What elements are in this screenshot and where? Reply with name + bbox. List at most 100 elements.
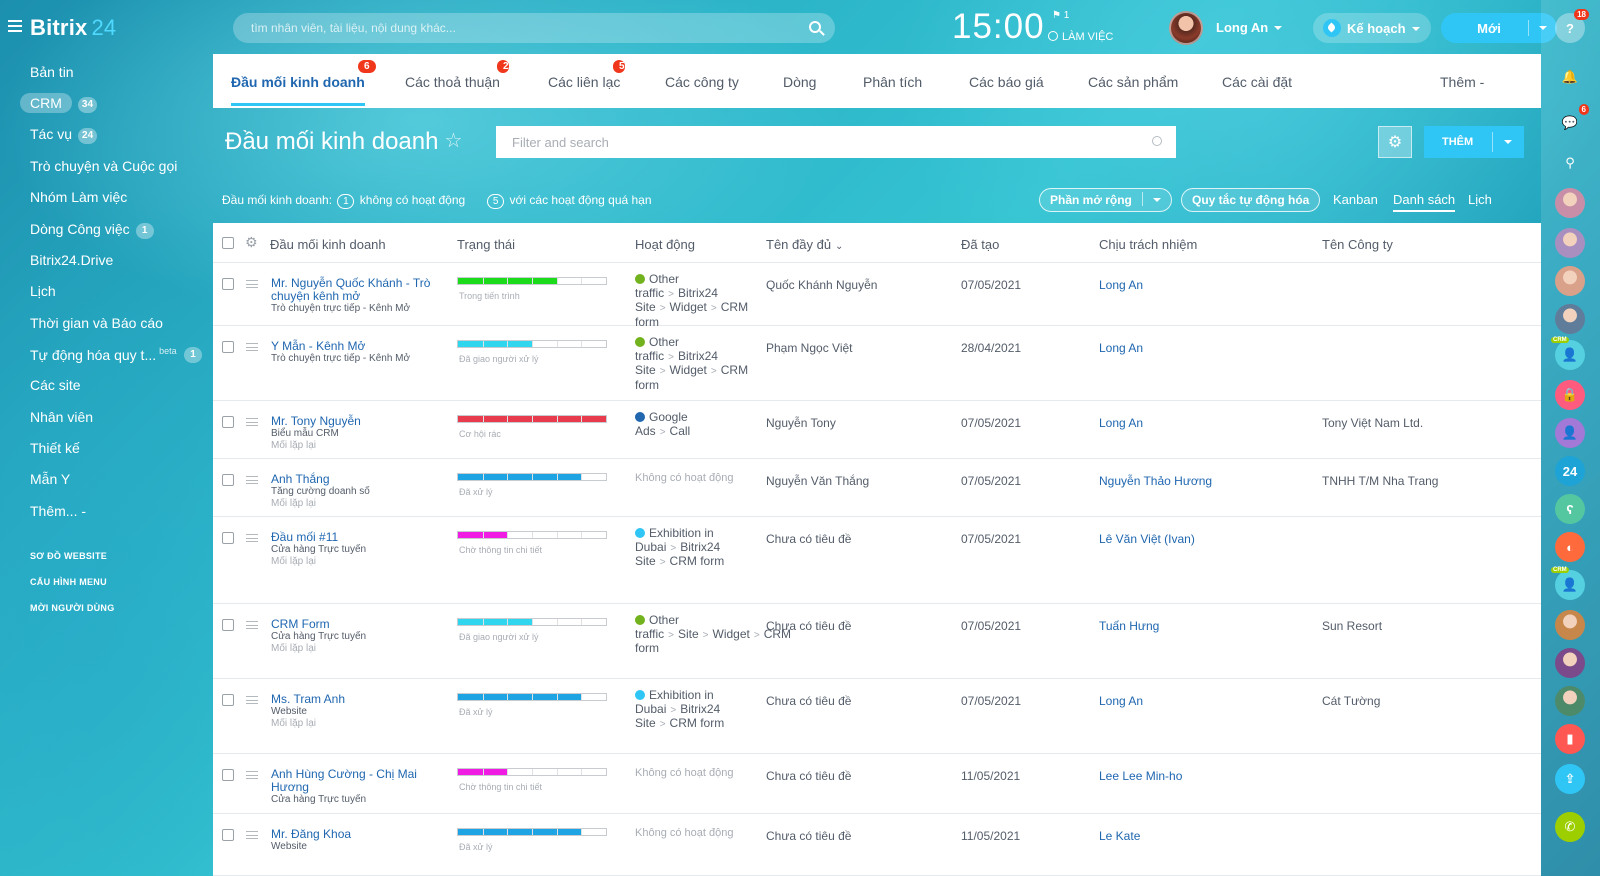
global-search-input[interactable] — [233, 13, 773, 43]
status-progress-bar[interactable] — [457, 415, 607, 423]
sidebar-footer-link[interactable]: CẤU HÌNH MENU — [30, 577, 107, 587]
work-status[interactable]: LÀM VIỆC — [1048, 31, 1113, 43]
column-status[interactable]: Trạng thái — [457, 237, 515, 252]
flag-counter[interactable]: ⚑ 1 — [1052, 10, 1069, 21]
column-responsible[interactable]: Chịu trách nhiệm — [1099, 237, 1197, 252]
view-calendar[interactable]: Lịch — [1468, 192, 1492, 207]
column-activity[interactable]: Hoạt động — [635, 237, 695, 252]
responsible-link[interactable]: Long An — [1099, 278, 1143, 292]
contact-avatar[interactable] — [1555, 188, 1585, 218]
status-progress-bar[interactable] — [457, 618, 607, 626]
status-progress-bar[interactable] — [457, 828, 607, 836]
user-avatar[interactable] — [1169, 11, 1203, 45]
tab-1[interactable]: Đầu mối kinh doanh 6 — [231, 60, 376, 106]
export-icon[interactable]: ⇪ — [1555, 764, 1585, 794]
tab-4[interactable]: Các công ty — [665, 74, 739, 90]
responsible-link[interactable]: Long An — [1099, 341, 1143, 355]
user-menu[interactable]: Long An — [1216, 20, 1283, 35]
lead-name-link[interactable]: Mr. Nguyễn Quốc Khánh - Trò chuyện kênh … — [271, 277, 433, 303]
drag-handle-icon[interactable] — [246, 621, 258, 629]
row-checkbox[interactable] — [222, 474, 234, 486]
extensions-button[interactable]: Phần mở rộng — [1039, 188, 1172, 212]
responsible-link[interactable]: Long An — [1099, 416, 1143, 430]
sidebar-item[interactable]: Các site — [30, 377, 81, 393]
lead-name-link[interactable]: Y Mẫn - Kênh Mở — [271, 340, 433, 353]
contact-avatar[interactable] — [1555, 686, 1585, 716]
column-fullname[interactable]: Tên đầy đủ ⌄ — [766, 237, 843, 252]
search-icon[interactable] — [809, 21, 821, 33]
row-checkbox[interactable] — [222, 694, 234, 706]
status-progress-bar[interactable] — [457, 340, 607, 348]
sidebar-footer-link[interactable]: MỜI NGƯỜI DÙNG — [30, 603, 115, 613]
responsible-link[interactable]: Nguyễn Thảo Hương — [1099, 474, 1212, 488]
status-progress-bar[interactable] — [457, 531, 607, 539]
overdue-link[interactable]: với các hoạt động quá hạn — [510, 193, 652, 207]
row-checkbox[interactable] — [222, 619, 234, 631]
search-icon[interactable]: ⚲ — [1555, 148, 1585, 178]
automation-rules-button[interactable]: Quy tắc tự động hóa — [1181, 188, 1321, 212]
openline-icon[interactable]: ◐ — [1555, 532, 1585, 562]
row-checkbox[interactable] — [222, 829, 234, 841]
no-activity-link[interactable]: không có hoạt động — [360, 193, 465, 207]
sidebar-item[interactable]: Nhóm Làm việc — [30, 189, 127, 205]
row-checkbox[interactable] — [222, 278, 234, 290]
sidebar-item[interactable]: Lịch — [30, 283, 56, 299]
tab-9[interactable]: Các cài đặt — [1222, 74, 1292, 90]
row-checkbox[interactable] — [222, 769, 234, 781]
tab-2[interactable]: Các thoả thuận 23 — [405, 60, 514, 90]
help-icon[interactable]: ? 18 — [1555, 9, 1589, 43]
tab-5[interactable]: Dòng — [783, 74, 816, 90]
responsible-link[interactable]: Lê Văn Việt (Ivan) — [1099, 532, 1195, 546]
responsible-link[interactable]: Tuấn Hưng — [1099, 619, 1159, 633]
sidebar-item[interactable]: Dòng Công việc 1 — [30, 221, 154, 239]
status-progress-bar[interactable] — [457, 277, 607, 285]
chat-icon[interactable]: 💬 6 — [1555, 104, 1589, 138]
notifications-icon[interactable]: 🔔 — [1555, 62, 1585, 92]
status-progress-bar[interactable] — [457, 473, 607, 481]
view-kanban[interactable]: Kanban — [1333, 192, 1378, 207]
drag-handle-icon[interactable] — [246, 343, 258, 351]
tab-10[interactable]: Thêm - — [1440, 74, 1484, 90]
drag-handle-icon[interactable] — [246, 476, 258, 484]
gear-icon[interactable]: ⚙ — [245, 234, 258, 251]
lead-name-link[interactable]: Mr. Đăng Khoa — [271, 828, 433, 841]
column-lead[interactable]: Đầu mối kinh doanh — [270, 237, 386, 252]
sidebar-footer-link[interactable]: SƠ ĐỒ WEBSITE — [30, 551, 107, 561]
star-icon[interactable]: ☆ — [444, 128, 462, 153]
tab-3[interactable]: Các liên lạc 5 — [548, 60, 625, 90]
drag-handle-icon[interactable] — [246, 280, 258, 288]
plan-button[interactable]: Kế hoạch — [1313, 13, 1431, 43]
row-checkbox[interactable] — [222, 416, 234, 428]
column-company[interactable]: Tên Công ty — [1322, 237, 1393, 252]
drag-handle-icon[interactable] — [246, 771, 258, 779]
row-checkbox[interactable] — [222, 341, 234, 353]
view-list[interactable]: Danh sách — [1393, 192, 1456, 212]
tab-6[interactable]: Phân tích — [863, 74, 922, 90]
select-all-checkbox[interactable] — [222, 237, 234, 249]
sidebar-item[interactable]: Mẫn Y — [30, 471, 70, 487]
sidebar-item[interactable]: Bitrix24.Drive — [30, 252, 113, 268]
lock-icon[interactable]: 🔒 — [1555, 380, 1585, 410]
lead-name-link[interactable]: Mr. Tony Nguyễn — [271, 415, 433, 428]
status-progress-bar[interactable] — [457, 768, 607, 776]
contact-avatar[interactable] — [1555, 648, 1585, 678]
drag-handle-icon[interactable] — [246, 534, 258, 542]
menu-icon[interactable] — [8, 20, 22, 32]
lead-name-link[interactable]: Đầu mối #11 — [271, 531, 433, 544]
sidebar-item[interactable]: Bản tin — [30, 64, 74, 80]
column-created[interactable]: Đã tạo — [961, 237, 999, 252]
sidebar-item[interactable]: CRM 34 — [20, 93, 98, 113]
lead-name-link[interactable]: Anh Hùng Cường - Chị Mai Hương — [271, 768, 433, 794]
sidebar-item[interactable]: Thời gian và Báo cáo — [30, 315, 163, 331]
settings-button[interactable]: ⚙ — [1378, 126, 1412, 158]
new-button[interactable]: Mới — [1441, 13, 1557, 43]
tab-7[interactable]: Các báo giá — [969, 74, 1044, 90]
status-progress-bar[interactable] — [457, 693, 607, 701]
sidebar-item[interactable]: Thêm... - — [30, 503, 86, 519]
drag-handle-icon[interactable] — [246, 418, 258, 426]
sidebar-item[interactable]: Thiết kế — [30, 440, 80, 456]
bitrix24-icon[interactable]: 24 — [1555, 456, 1585, 486]
bear-icon[interactable]: ʕ — [1555, 494, 1585, 524]
sidebar-item[interactable]: Tự động hóa quy t... beta 1 — [30, 346, 202, 363]
phone-icon[interactable]: ✆ — [1555, 812, 1585, 842]
